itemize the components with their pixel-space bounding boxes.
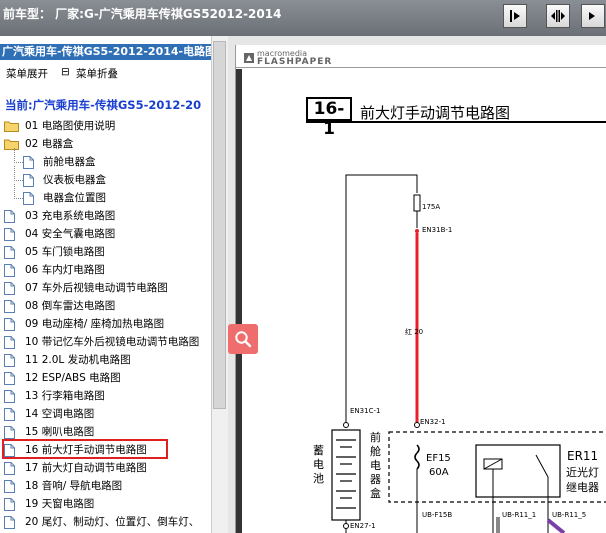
tree-item-label: 电器盒位置图 (43, 192, 106, 204)
tree-item[interactable]: 05 车门锁电路图 (0, 244, 211, 260)
toolbar-button-3[interactable] (581, 4, 605, 28)
connector-ubr11-5-label: UB-R11_5 (552, 511, 587, 519)
tree-item-label: 前舱电器盒 (43, 156, 96, 168)
top-bar: 前车型： 厂家:G-广汽乘用车传祺GS52012-2014 (0, 0, 606, 36)
tree-item[interactable]: 02 电器盒 (0, 136, 211, 152)
relay-desc-1: 近光灯 (566, 466, 599, 479)
tree-item[interactable]: 17 前大灯自动调节电路图 (0, 460, 211, 476)
tree-item[interactable]: 18 音响/ 导航电路图 (0, 478, 211, 494)
zoom-button[interactable] (228, 324, 258, 354)
tree-item[interactable]: 16 前大灯手动调节电路图 (0, 439, 211, 459)
tree-item[interactable]: 19 天窗电路图 (0, 496, 211, 512)
tree-item[interactable]: 15 喇叭电路图 (0, 424, 211, 440)
relay-er11-label: ER11 (567, 449, 599, 463)
tree-item-label: 13 行李箱电路图 (25, 390, 105, 402)
tree-item-label: 18 音响/ 导航电路图 (25, 480, 123, 492)
tree-item-label: 05 车门锁电路图 (25, 246, 105, 258)
connector-en31b-label: EN31B-1 (422, 226, 453, 234)
tree-item[interactable]: 10 带记忆车外后视镜电动调节电路图 (0, 334, 211, 350)
menu-expand-link[interactable]: 菜单展开 (6, 66, 48, 81)
sidebar-header: 广汽乘用车-传祺GS5-2012-2014-电路图 (0, 44, 211, 60)
fuse-ef15-amp: 60A (429, 467, 449, 478)
tree-item-label: 08 倒车雷达电路图 (25, 300, 116, 312)
tree-item[interactable]: 04 安全气囊电路图 (0, 226, 211, 242)
fuse-box-label: 前舱电器盒 (370, 431, 381, 500)
tree-item-label: 06 车内灯电路图 (25, 264, 105, 276)
tree-item-label: 12 ESP/ABS 电路图 (25, 372, 121, 384)
tree-branch-line (14, 166, 23, 181)
arrow-right-icon (510, 10, 520, 22)
tree-branch-line (14, 184, 23, 199)
connector-en31c-label: EN31C-1 (350, 407, 381, 415)
connector-en32 (414, 422, 420, 428)
battery-symbol (331, 429, 361, 521)
selection-highlight (2, 439, 168, 459)
tree-item-label: 14 空调电路图 (25, 408, 95, 420)
document-icon (4, 516, 15, 533)
tree-item-label: 仪表板电器盒 (43, 174, 106, 186)
next-page-button[interactable] (503, 4, 527, 28)
tree-item[interactable]: 09 电动座椅/ 座椅加热电路图 (0, 316, 211, 332)
tree-item-label: 11 2.0L 发动机电路图 (25, 354, 131, 366)
fit-width-button[interactable] (546, 4, 570, 28)
tree-item-label: 17 前大灯自动调节电路图 (25, 462, 147, 474)
connector-en27-label: EN27-1 (350, 522, 376, 530)
document-page: macromedia FLASHPAPER 16-1 前大灯手动调节电路图 17… (235, 45, 606, 533)
tree-item-label: 01 电路图使用说明 (25, 120, 116, 132)
fuse-175a (413, 194, 421, 212)
arrow-icon (589, 12, 595, 20)
tree-item-label: 20 尾灯、制动灯、位置灯、倒车灯、 (25, 516, 200, 528)
expand-horizontal-icon (551, 10, 565, 22)
tree-item[interactable]: 03 充电系统电路图 (0, 208, 211, 224)
wire-purple-bottom (546, 518, 566, 533)
tree-item-label: 19 天窗电路图 (25, 498, 95, 510)
wire-color-label: 红 20 (405, 328, 424, 336)
relay-er11-box (475, 444, 561, 498)
tree-item[interactable]: 12 ESP/ABS 电路图 (0, 370, 211, 386)
tree-item-label: 15 喇叭电路图 (25, 426, 95, 438)
wire-gray-bottom (496, 517, 500, 533)
document-viewer: macromedia FLASHPAPER 16-1 前大灯手动调节电路图 17… (228, 36, 606, 533)
fuse-175a-label: 175A (422, 203, 441, 211)
tree-item[interactable]: 08 倒车雷达电路图 (0, 298, 211, 314)
folder-icon (4, 120, 19, 137)
connector-en31c (343, 422, 349, 428)
tree-item[interactable]: 01 电路图使用说明 (0, 118, 211, 134)
tree-item[interactable]: 11 2.0L 发动机电路图 (0, 352, 211, 368)
tree-item-label: 10 带记忆车外后视镜电动调节电路图 (25, 336, 200, 348)
connector-en32-label: EN32-1 (420, 418, 446, 426)
scrollbar-thumb[interactable] (213, 41, 226, 409)
circuit-diagram (331, 174, 606, 533)
relay-desc-2: 继电器 (566, 481, 599, 494)
tree-item-label: 03 充电系统电路图 (25, 210, 116, 222)
battery-label: 蓄电池 (313, 444, 324, 485)
tree-item-label: 09 电动座椅/ 座椅加热电路图 (25, 318, 165, 330)
collapse-icon: ⊟ (61, 66, 70, 78)
connector-ubf15b-label: UB-F15B (422, 511, 453, 519)
wire-main-top (345, 174, 418, 420)
connector-en31b (415, 229, 419, 233)
magnifier-icon (235, 331, 252, 348)
vehicle-model-title: 前车型： 厂家:G-广汽乘用车传祺GS52012-2014 (3, 7, 282, 21)
sidebar-scrollbar[interactable] (211, 36, 228, 533)
connector-en27 (343, 523, 349, 529)
tree-item-label: 04 安全气囊电路图 (25, 228, 116, 240)
tree-item[interactable]: 电器盒位置图 (0, 184, 211, 206)
tree-item[interactable]: 13 行李箱电路图 (0, 388, 211, 404)
tree-item[interactable]: 仪表板电器盒 (0, 166, 211, 188)
tree-item[interactable]: 06 车内灯电路图 (0, 262, 211, 278)
menu-collapse-link[interactable]: 菜单折叠 (76, 66, 118, 81)
connector-ubr11-1-label: UB-R11_1 (502, 511, 537, 519)
fuse-ef15-label: EF15 (426, 453, 451, 464)
tree-item[interactable]: 14 空调电路图 (0, 406, 211, 422)
tree-item-label: 02 电器盒 (25, 138, 74, 150)
current-vehicle-label: 当前:广汽乘用车-传祺GS5-2012-20 (5, 98, 202, 112)
tree-item[interactable]: 20 尾灯、制动灯、位置灯、倒车灯、 (0, 514, 211, 530)
tree-item[interactable]: 前舱电器盒 (0, 148, 211, 170)
sidebar-tree: 广汽乘用车-传祺GS5-2012-2014-电路图 菜单展开 ⊟ 菜单折叠 当前… (0, 36, 212, 533)
tree-item[interactable]: 07 车外后视镜电动调节电路图 (0, 280, 211, 296)
tree-item-label: 07 车外后视镜电动调节电路图 (25, 282, 168, 294)
tree-branch-line (14, 148, 23, 163)
